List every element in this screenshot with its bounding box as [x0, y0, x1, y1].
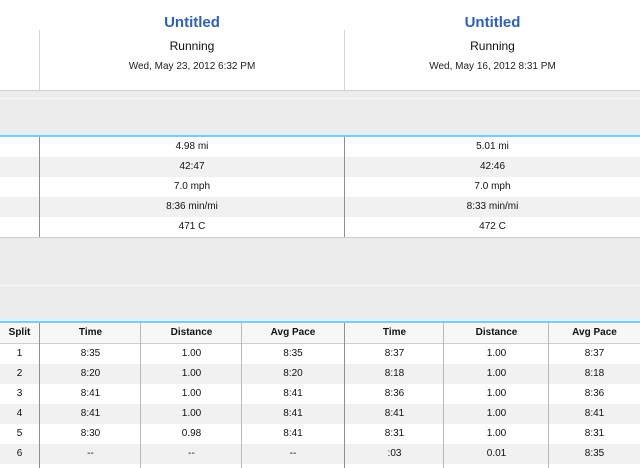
split-distance-2: 1.00: [486, 388, 507, 399]
split-time-2: 8:37: [384, 348, 405, 359]
split-distance-1: 1.00: [181, 408, 202, 419]
splits-divider-time-2: [443, 323, 444, 468]
split-pace-2: 8:36: [584, 388, 605, 399]
split-distance-2: 1.00: [486, 348, 507, 359]
split-pace-2: 8:35: [584, 448, 605, 459]
split-pace-1: 8:20: [283, 368, 303, 379]
workout-column-2-header: Untitled Running Wed, May 16, 2012 8:31 …: [345, 0, 640, 90]
splits-table-header: Split Time Distance Avg Pace Time Distan…: [0, 323, 640, 344]
split-number: 3: [16, 388, 23, 399]
split-pace-1: 8:35: [283, 348, 303, 359]
summary-row-calories: 471 C 472 C: [0, 217, 640, 237]
splits-divider-middle: [344, 323, 345, 468]
split-number: 4: [16, 408, 23, 419]
split-number: 6: [16, 448, 23, 459]
table-row: 4 8:41 1.00 8:41 8:41 1.00 8:41: [0, 404, 640, 424]
band-1-highlight: [0, 98, 640, 99]
time-column-header-2[interactable]: Time: [345, 323, 444, 343]
split-time-1: 8:41: [80, 408, 101, 419]
split-time-2: 8:36: [384, 388, 405, 399]
pace-column-header-1[interactable]: Avg Pace: [242, 323, 344, 343]
workout-1-title[interactable]: Untitled: [40, 14, 344, 31]
workout-2-date: Wed, May 16, 2012 8:31 PM: [429, 61, 556, 72]
band-2-highlight: [0, 285, 640, 286]
split-distance-2: 0.01: [486, 448, 507, 459]
summary-pace-1: 8:36 min/mi: [166, 201, 218, 212]
summary-row-speed: 7.0 mph 7.0 mph: [0, 177, 640, 197]
workout-1-date: Wed, May 23, 2012 6:32 PM: [128, 61, 256, 72]
summary-pace-2: 8:33 min/mi: [466, 201, 519, 212]
split-time-1: 8:20: [80, 368, 101, 379]
workout-2-sport: Running: [470, 39, 515, 53]
split-number: 5: [16, 428, 23, 439]
distance-column-header-1[interactable]: Distance: [141, 323, 242, 343]
table-row: 2 8:20 1.00 8:20 8:18 1.00 8:18: [0, 364, 640, 384]
split-distance-1: 1.00: [181, 348, 202, 359]
split-number: 2: [16, 368, 23, 379]
split-time-1: 8:35: [80, 348, 101, 359]
summary-calories-2: 472 C: [479, 221, 506, 232]
splits-divider-distance-1: [241, 323, 242, 468]
split-number: 1: [16, 348, 23, 359]
header-divider-middle: [344, 30, 345, 90]
summary-speed-2: 7.0 mph: [474, 181, 511, 192]
summary-duration-2: 42:46: [479, 161, 506, 172]
split-pace-1: 8:41: [283, 428, 303, 439]
splits-divider-distance-2: [548, 323, 549, 468]
split-pace-2: 8:31: [584, 428, 605, 439]
header-divider-left: [39, 30, 40, 90]
split-distance-2: 1.00: [486, 368, 507, 379]
workout-1-sport: Running: [169, 39, 215, 53]
summary-duration-1: 42:47: [179, 161, 205, 172]
pace-column-header-2[interactable]: Avg Pace: [549, 323, 640, 343]
table-row: 5 8:30 0.98 8:41 8:31 1.00 8:31: [0, 424, 640, 444]
workout-column-1-header: Untitled Running Wed, May 23, 2012 6:32 …: [40, 0, 344, 90]
summary-divider-left: [39, 137, 40, 237]
summary-row-duration: 42:47 42:46: [0, 157, 640, 177]
split-pace-1: 8:41: [283, 388, 303, 399]
split-distance-1: --: [188, 448, 195, 459]
summary-distance-1: 4.98 mi: [175, 141, 209, 152]
split-distance-2: 1.00: [486, 428, 507, 439]
table-row: 3 8:41 1.00 8:41 8:36 1.00 8:36: [0, 384, 640, 404]
table-row: 6 -- -- -- :03 0.01 8:35: [0, 444, 640, 464]
summary-calories-1: 471 C: [178, 221, 206, 232]
split-pace-2: 8:18: [584, 368, 605, 379]
time-column-header-1[interactable]: Time: [40, 323, 141, 343]
split-time-1: --: [87, 448, 94, 459]
summary-divider-middle: [344, 137, 345, 237]
summary-distance-2: 5.01 mi: [476, 141, 509, 152]
splits-divider-time-1: [140, 323, 141, 468]
split-pace-1: 8:41: [283, 408, 303, 419]
workout-2-title[interactable]: Untitled: [345, 14, 640, 31]
split-distance-1: 0.98: [181, 428, 202, 439]
summary-row-pace: 8:36 min/mi 8:33 min/mi: [0, 197, 640, 217]
split-distance-2: 1.00: [486, 408, 507, 419]
table-row: 1 8:35 1.00 8:35 8:37 1.00 8:37: [0, 344, 640, 364]
split-time-1: 8:30: [80, 428, 101, 439]
split-time-2: 8:31: [384, 428, 405, 439]
summary-row-distance: 4.98 mi 5.01 mi: [0, 137, 640, 157]
section-band-2: [0, 238, 640, 321]
summary-speed-1: 7.0 mph: [173, 181, 211, 192]
distance-column-header-2[interactable]: Distance: [444, 323, 549, 343]
split-time-2: 8:18: [384, 368, 405, 379]
split-time-2: :03: [387, 448, 402, 459]
split-distance-1: 1.00: [181, 388, 202, 399]
split-pace-2: 8:37: [584, 348, 605, 359]
split-pace-1: --: [289, 448, 297, 459]
split-time-2: 8:41: [384, 408, 405, 419]
split-pace-2: 8:41: [584, 408, 605, 419]
split-column-header[interactable]: Split: [0, 323, 39, 343]
split-time-1: 8:41: [80, 388, 101, 399]
split-distance-1: 1.00: [181, 368, 202, 379]
workout-header: Untitled Running Wed, May 23, 2012 6:32 …: [0, 0, 640, 90]
splits-divider-split: [39, 323, 40, 468]
